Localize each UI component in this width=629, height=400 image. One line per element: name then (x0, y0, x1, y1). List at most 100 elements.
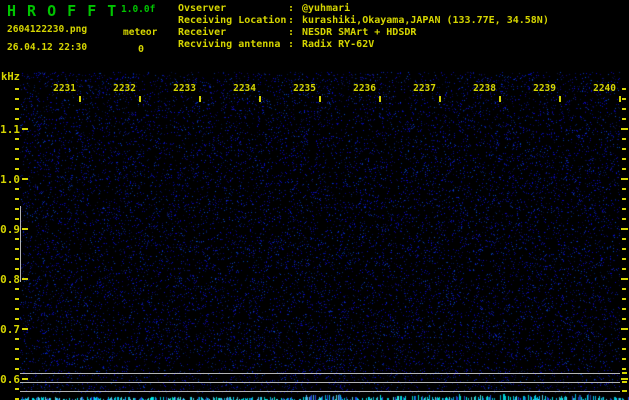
station-info: Ovserver: @yuhmari Receiving Location: kura… (178, 3, 549, 51)
freq-minor-tick-left (15, 158, 19, 160)
station-sep: : (288, 39, 295, 50)
reference-line-tick-right (622, 381, 627, 383)
freq-tick-label: 0.8 (0, 273, 20, 286)
freq-minor-tick-left (15, 218, 19, 220)
time-tick-mark (199, 96, 201, 102)
freq-minor-tick-left (15, 248, 19, 250)
freq-minor-tick-left (15, 198, 19, 200)
freq-major-tick-right (621, 328, 628, 330)
freq-minor-tick-left (15, 88, 19, 90)
freq-major-tick-right (621, 128, 628, 130)
freq-minor-tick-left (15, 388, 19, 390)
freq-minor-tick-left (15, 98, 19, 100)
freq-minor-tick-right (622, 208, 626, 210)
freq-minor-tick-right (622, 138, 626, 140)
freq-minor-tick-right (622, 98, 626, 100)
freq-minor-tick-left (15, 318, 19, 320)
freq-minor-tick-left (15, 108, 19, 110)
freq-tick-label: 1.0 (0, 173, 20, 186)
freq-minor-tick-right (622, 118, 626, 120)
freq-minor-tick-right (622, 368, 626, 370)
freq-major-tick-left (22, 378, 28, 380)
time-tick-label: 2235 (293, 83, 316, 94)
freq-minor-tick-right (622, 308, 626, 310)
freq-minor-tick-left (15, 148, 19, 150)
station-info-row: Ovserver: @yuhmari (178, 3, 549, 15)
time-tick-label: 2238 (473, 83, 496, 94)
reference-line-bottom (20, 391, 620, 392)
freq-major-tick-right (621, 178, 628, 180)
time-tick-mark (439, 96, 441, 102)
app-title: H R O F F T (7, 2, 118, 20)
station-value: NESDR SMArt + HDSDR (302, 27, 417, 38)
freq-axis-unit: kHz (1, 71, 20, 83)
time-tick-mark (499, 96, 501, 102)
freq-major-tick-right (621, 228, 628, 230)
time-tick-mark (559, 96, 561, 102)
freq-minor-tick-right (622, 298, 626, 300)
spectrogram-noise-canvas (0, 0, 629, 400)
station-value: kurashiki,Okayama,JAPAN (133.77E, 34.58N… (302, 15, 549, 26)
freq-major-tick-left (22, 278, 28, 280)
freq-minor-tick-left (15, 138, 19, 140)
freq-minor-tick-right (622, 358, 626, 360)
app-version: 1.0.0f (121, 4, 156, 15)
time-tick-label: 2233 (173, 83, 196, 94)
freq-minor-tick-left (15, 298, 19, 300)
station-label: Ovserver (178, 3, 227, 14)
station-label: Receiver (178, 27, 227, 38)
time-tick-label: 2236 (353, 83, 376, 94)
output-filename: 2604122230.png (7, 24, 88, 35)
freq-minor-tick-right (622, 288, 626, 290)
freq-minor-tick-right (622, 338, 626, 340)
station-info-row: Receiving Location: kurashiki,Okayama,JAP… (178, 15, 549, 27)
freq-major-tick-left (22, 178, 28, 180)
freq-minor-tick-left (15, 358, 19, 360)
freq-major-tick-right (621, 278, 628, 280)
time-tick-label: 2240 (593, 83, 616, 94)
freq-tick-label: 0.7 (0, 323, 20, 336)
freq-minor-tick-left (15, 308, 19, 310)
station-label: Receiving Location (178, 15, 287, 26)
station-info-row: Recviving antenna: Radix RY-62V (178, 39, 549, 51)
time-tick-mark (79, 96, 81, 102)
freq-minor-tick-right (622, 348, 626, 350)
freq-minor-tick-right (622, 88, 626, 90)
time-tick-mark (139, 96, 141, 102)
freq-minor-tick-right (622, 158, 626, 160)
time-tick-label: 2231 (53, 83, 76, 94)
freq-minor-tick-left (15, 338, 19, 340)
freq-minor-tick-right (622, 188, 626, 190)
freq-minor-tick-right (622, 218, 626, 220)
freq-minor-tick-left (15, 288, 19, 290)
station-info-row: Receiver: NESDR SMArt + HDSDR (178, 27, 549, 39)
freq-minor-tick-left (15, 188, 19, 190)
freq-major-tick-right (621, 378, 628, 380)
freq-major-tick-left (22, 228, 28, 230)
freq-minor-tick-right (622, 248, 626, 250)
time-tick-mark (619, 96, 621, 102)
freq-minor-tick-left (15, 208, 19, 210)
freq-minor-tick-right (622, 108, 626, 110)
observation-datetime: 26.04.12 22:30 (7, 42, 88, 53)
freq-minor-tick-left (15, 168, 19, 170)
meteor-count-label: meteor (123, 27, 158, 38)
station-value: Radix RY-62V (302, 39, 375, 50)
count-range-marker (20, 206, 21, 282)
freq-tick-label: 0.6 (0, 373, 20, 386)
time-tick-label: 2237 (413, 83, 436, 94)
station-sep: : (288, 3, 295, 14)
freq-tick-label: 1.1 (0, 123, 20, 136)
freq-major-tick-left (22, 128, 28, 130)
station-sep: : (288, 15, 295, 26)
freq-minor-tick-left (15, 368, 19, 370)
reference-line-middle (20, 382, 620, 383)
time-tick-mark (379, 96, 381, 102)
freq-minor-tick-right (622, 168, 626, 170)
time-tick-mark (259, 96, 261, 102)
freq-major-tick-left (22, 328, 28, 330)
freq-minor-tick-right (622, 238, 626, 240)
freq-minor-tick-left (15, 238, 19, 240)
reference-line-tick-right (622, 372, 627, 374)
station-label: Recviving antenna (178, 39, 281, 50)
